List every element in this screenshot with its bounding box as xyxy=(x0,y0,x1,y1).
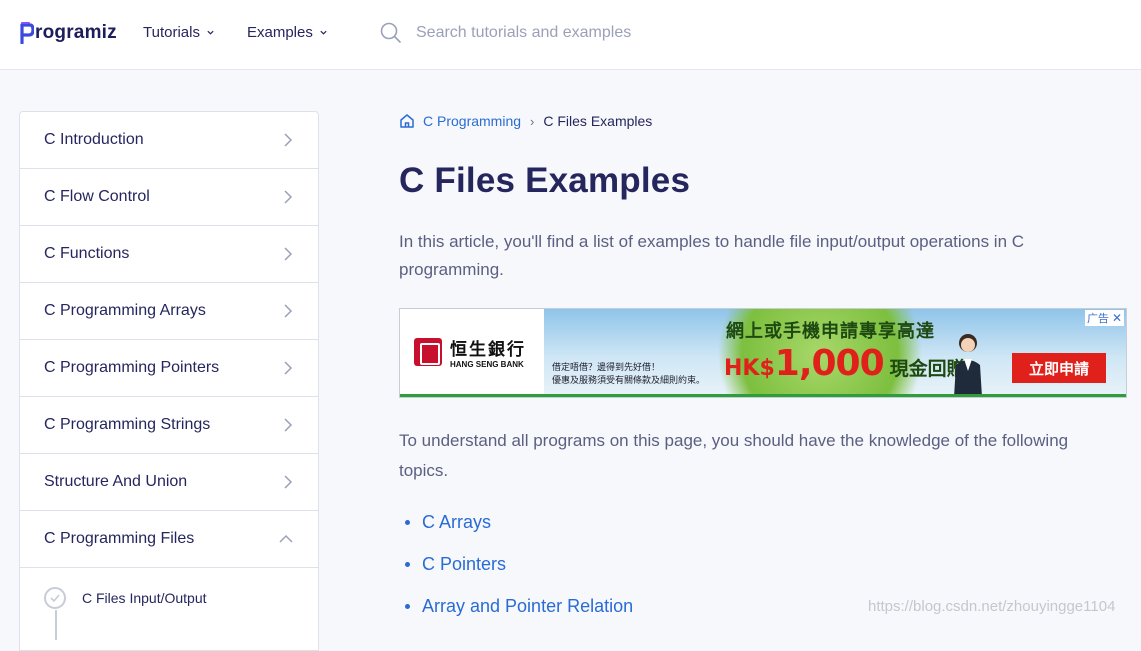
logo-mark-icon xyxy=(20,22,34,44)
watermark: https://blog.csdn.net/zhouyingge1104 xyxy=(868,598,1116,615)
nav-examples-label: Examples xyxy=(247,24,313,41)
sidebar-item-label: C Programming Arrays xyxy=(44,302,206,319)
check-circle-icon xyxy=(44,587,66,609)
chevron-right-icon xyxy=(284,190,293,204)
sidebar-item-label: C Functions xyxy=(44,245,130,262)
ad-bank-name-en: HANG SENG BANK xyxy=(450,360,524,369)
ad-disclaimer-line2: 優惠及服務須受有關條款及細則約束。 xyxy=(552,375,706,385)
ad-amount: HK$ 1,000 現金回贈 xyxy=(724,343,966,384)
ad-amount-number: 1,000 xyxy=(774,343,885,384)
sidebar-item-structure-and-union[interactable]: Structure And Union xyxy=(20,454,318,511)
nav-tutorials[interactable]: Tutorials xyxy=(143,24,215,41)
sidebar-item-c-programming-files[interactable]: C Programming Files xyxy=(20,511,318,568)
sidebar-item-c-introduction[interactable]: C Introduction xyxy=(20,112,318,169)
breadcrumb-link-c-programming[interactable]: C Programming xyxy=(423,113,521,129)
sidebar-item-c-flow-control[interactable]: C Flow Control xyxy=(20,169,318,226)
ad-apply-button[interactable]: 立即申請 xyxy=(1012,353,1106,383)
chevron-right-icon xyxy=(284,361,293,375)
sidebar-item-label: C Programming Files xyxy=(44,530,195,547)
search-input[interactable] xyxy=(416,24,716,42)
nav-tutorials-label: Tutorials xyxy=(143,24,200,41)
chevron-right-icon xyxy=(284,418,293,432)
sidebar-subitem-c-files-input-output[interactable]: C Files Input/Output xyxy=(20,568,318,640)
chevron-right-icon xyxy=(284,133,293,147)
top-navbar: rogramiz Tutorials Examples xyxy=(0,0,1141,70)
ad-headline: 網上或手機申請專享高達 xyxy=(726,321,935,341)
chevron-right-icon xyxy=(284,475,293,489)
programiz-logo[interactable]: rogramiz xyxy=(20,18,117,48)
search-bar[interactable] xyxy=(380,22,716,44)
sidebar-item-label: Structure And Union xyxy=(44,473,188,490)
sidebar-subitem-label: C Files Input/Output xyxy=(82,590,207,606)
chevron-down-icon xyxy=(320,30,327,35)
sidebar-item-c-programming-strings[interactable]: C Programming Strings xyxy=(20,397,318,454)
sidebar: C Introduction C Flow Control C Function… xyxy=(19,111,319,651)
nav-examples[interactable]: Examples xyxy=(247,24,328,41)
bullet-icon xyxy=(405,603,410,609)
bullet-icon xyxy=(405,561,410,567)
page-title: C Files Examples xyxy=(399,161,691,200)
prerequisite-paragraph: To understand all programs on this page,… xyxy=(399,431,1069,480)
sidebar-item-label: C Programming Strings xyxy=(44,416,211,433)
topic-link-c-arrays[interactable]: C Arrays xyxy=(422,512,491,533)
hang-seng-logo-icon xyxy=(414,338,442,366)
sidebar-item-label: C Programming Pointers xyxy=(44,359,220,376)
breadcrumb-separator-icon: › xyxy=(530,113,535,129)
advertisement-banner[interactable]: 恒生銀行 HANG SENG BANK 借定唔借？邊得到先好借！ 優惠及服務須受… xyxy=(399,308,1127,398)
ad-bank-name: 恒生銀行 HANG SENG BANK xyxy=(450,335,526,369)
ad-person-illustration-icon xyxy=(954,334,982,397)
sidebar-item-c-functions[interactable]: C Functions xyxy=(20,226,318,283)
ad-bank-name-cn: 恒生銀行 xyxy=(450,340,526,360)
ad-disclaimer-line1: 借定唔借？邊得到先好借！ xyxy=(552,362,661,372)
topic-link-array-and-pointer-relation[interactable]: Array and Pointer Relation xyxy=(422,596,633,617)
sidebar-item-label: C Introduction xyxy=(44,131,144,148)
ad-choices-badge[interactable]: 广告 ✕ xyxy=(1084,310,1124,326)
sidebar-item-c-programming-arrays[interactable]: C Programming Arrays xyxy=(20,283,318,340)
chevron-right-icon xyxy=(284,247,293,261)
list-item: C Pointers xyxy=(399,543,1129,585)
chevron-right-icon xyxy=(284,304,293,318)
progress-connector-line xyxy=(55,610,57,640)
topic-link-c-pointers[interactable]: C Pointers xyxy=(422,554,506,575)
intro-paragraph: In this article, you'll find a list of e… xyxy=(399,232,1025,279)
search-icon[interactable] xyxy=(380,22,402,44)
ad-disclaimer: 借定唔借？邊得到先好借！ 優惠及服務須受有關條款及細則約束。 xyxy=(552,361,705,387)
bullet-icon xyxy=(405,519,410,525)
logo-text: rogramiz xyxy=(35,22,117,43)
breadcrumb: C Programming › C Files Examples xyxy=(399,111,1129,131)
ad-amount-prefix: HK$ xyxy=(724,356,775,381)
ad-bank-logo-panel: 恒生銀行 HANG SENG BANK xyxy=(400,309,544,395)
home-icon[interactable] xyxy=(399,113,415,129)
ad-bottom-stripe xyxy=(400,394,1126,397)
chevron-down-icon xyxy=(207,30,214,35)
ad-badge-label: 广告 xyxy=(1086,313,1109,325)
sidebar-item-label: C Flow Control xyxy=(44,188,150,205)
sidebar-item-c-programming-pointers[interactable]: C Programming Pointers xyxy=(20,340,318,397)
chevron-up-icon xyxy=(279,534,293,543)
main-content: C Programming › C Files Examples C Files… xyxy=(399,111,1129,627)
breadcrumb-current: C Files Examples xyxy=(543,113,653,129)
list-item: C Arrays xyxy=(399,501,1129,543)
close-icon[interactable]: ✕ xyxy=(1112,311,1122,325)
